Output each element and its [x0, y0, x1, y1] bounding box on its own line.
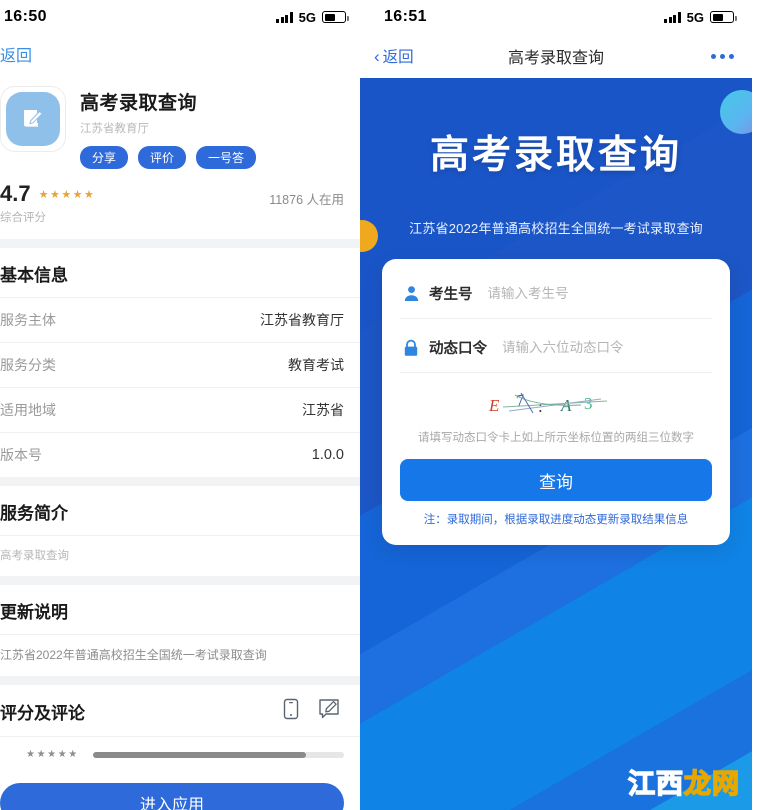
captcha-hint: 请填写动态口令卡上如上所示坐标位置的两组三位数字 [418, 432, 694, 444]
battery-icon [710, 11, 737, 23]
review-distribution-row: ★★★★★ [0, 736, 360, 773]
row-label: 服务主体 [0, 312, 56, 328]
review-stars-icon: ★★★★★ [26, 749, 79, 760]
left-app-detail-screen: 16:50 5G 返回 高考录取查询 江苏省教育厅 分享 评价 一号答 4.7 … [0, 0, 360, 810]
field-label: 动态口令 [429, 341, 487, 357]
row-value: 教育考试 [288, 357, 344, 373]
row-label: 版本号 [0, 447, 42, 463]
row-label: 适用地域 [0, 402, 56, 418]
section-divider [0, 239, 360, 248]
row-value: 江苏省 [302, 402, 344, 418]
section-title-update: 更新说明 [0, 603, 68, 622]
enter-app-button[interactable]: 进入应用 [0, 783, 344, 810]
section-header-reviews: 评分及评论 [0, 685, 360, 736]
right-status-bar: 16:51 5G [360, 0, 752, 34]
section-divider [0, 576, 360, 585]
chevron-left-icon: ‹ [374, 46, 380, 66]
left-status-bar: 16:50 5G [0, 0, 360, 34]
section-divider [0, 477, 360, 486]
form-note: 注：录取期间，根据录取进度动态更新录取结果信息 [423, 514, 689, 526]
app-title: 高考录取查询 [80, 93, 198, 114]
table-row: 服务主体 江苏省教育厅 [0, 297, 360, 342]
captcha-image[interactable]: E 7 : A 3 [400, 373, 712, 425]
dynamic-password-input[interactable] [496, 340, 710, 355]
query-submit-button[interactable]: 查询 [400, 459, 712, 501]
rating-summary: 4.7 ★★★★★ 综合评分 11876 人在用 [0, 179, 360, 239]
intro-body: 高考录取查询 [0, 535, 360, 576]
hero-subtitle: 江苏省2022年普通高校招生全国统一考试录取查询 [409, 221, 703, 236]
right-query-screen: 16:51 5G ‹ 返回 高考录取查询 高考录取查询 江苏省2022年普通高校… [360, 0, 752, 810]
table-row: 版本号 1.0.0 [0, 432, 360, 477]
rating-stars-icon: ★★★★★ [38, 188, 96, 201]
navigation-bar: ‹ 返回 高考录取查询 [360, 34, 752, 78]
app-header: 高考录取查询 江苏省教育厅 分享 评价 一号答 [0, 72, 360, 179]
chip-share[interactable]: 分享 [80, 146, 129, 169]
more-dots-icon[interactable] [711, 53, 734, 59]
section-title-intro: 服务简介 [0, 504, 68, 523]
hero-section: 高考录取查询 江苏省2022年普通高校招生全国统一考试录取查询 考生号 动态口令 [360, 78, 752, 810]
field-dynamic-password[interactable]: 动态口令 [400, 335, 712, 373]
app-publisher: 江苏省教育厅 [80, 123, 149, 135]
hero-title: 高考录取查询 [429, 134, 682, 177]
table-row: 适用地域 江苏省 [0, 387, 360, 432]
user-icon [402, 285, 420, 303]
candidate-number-input[interactable] [481, 286, 710, 301]
status-time: 16:50 [4, 8, 47, 25]
field-candidate-number[interactable]: 考生号 [400, 281, 712, 319]
notebook-pencil-icon [6, 92, 60, 146]
signal-bars-icon [276, 11, 293, 23]
watermark-part-two: 龙网 [683, 769, 740, 799]
table-row: 服务分类 教育考试 [0, 342, 360, 387]
review-progress-bar [92, 751, 344, 758]
back-button[interactable]: 返回 [0, 34, 360, 72]
battery-icon [322, 11, 349, 23]
app-icon [0, 86, 66, 152]
watermark: 江西龙网 [627, 769, 740, 799]
svg-text:3: 3 [584, 394, 593, 413]
app-action-chips: 分享 评价 一号答 [80, 146, 257, 169]
signal-bars-icon [664, 11, 681, 23]
section-title-reviews: 评分及评论 [0, 704, 85, 723]
nav-back-label: 返回 [382, 49, 414, 66]
watermark-part-one: 江西 [627, 769, 684, 799]
row-value: 1.0.0 [311, 447, 344, 463]
section-divider [0, 676, 360, 685]
rating-caption: 综合评分 [0, 212, 46, 224]
active-users-count: 11876 人在用 [269, 193, 344, 207]
svg-text:E: E [488, 396, 500, 415]
row-value: 江苏省教育厅 [260, 312, 344, 328]
cta-container: 进入应用 [0, 773, 360, 810]
query-form-card: 考生号 动态口令 E 7 : A 3 [382, 259, 730, 545]
chip-review[interactable]: 评价 [138, 146, 187, 169]
status-time: 16:51 [384, 8, 427, 25]
nav-back-button[interactable]: ‹ 返回 [374, 45, 414, 67]
section-title-basic-info: 基本信息 [0, 266, 68, 285]
chip-onecall[interactable]: 一号答 [196, 146, 257, 169]
row-label: 服务分类 [0, 357, 56, 373]
lock-icon [402, 339, 420, 357]
network-label: 5G [686, 9, 704, 25]
write-review-icon[interactable] [318, 698, 340, 725]
update-body: 江苏省2022年普通高校招生全国统一考试录取查询 [0, 634, 360, 676]
dual-screenshot-stage: 16:50 5G 返回 高考录取查询 江苏省教育厅 分享 评价 一号答 4.7 … [0, 0, 768, 810]
phone-icon[interactable] [282, 698, 300, 725]
field-label: 考生号 [429, 287, 473, 303]
network-label: 5G [298, 9, 316, 25]
rating-score: 4.7 [0, 181, 31, 206]
page-title: 高考录取查询 [507, 50, 604, 67]
